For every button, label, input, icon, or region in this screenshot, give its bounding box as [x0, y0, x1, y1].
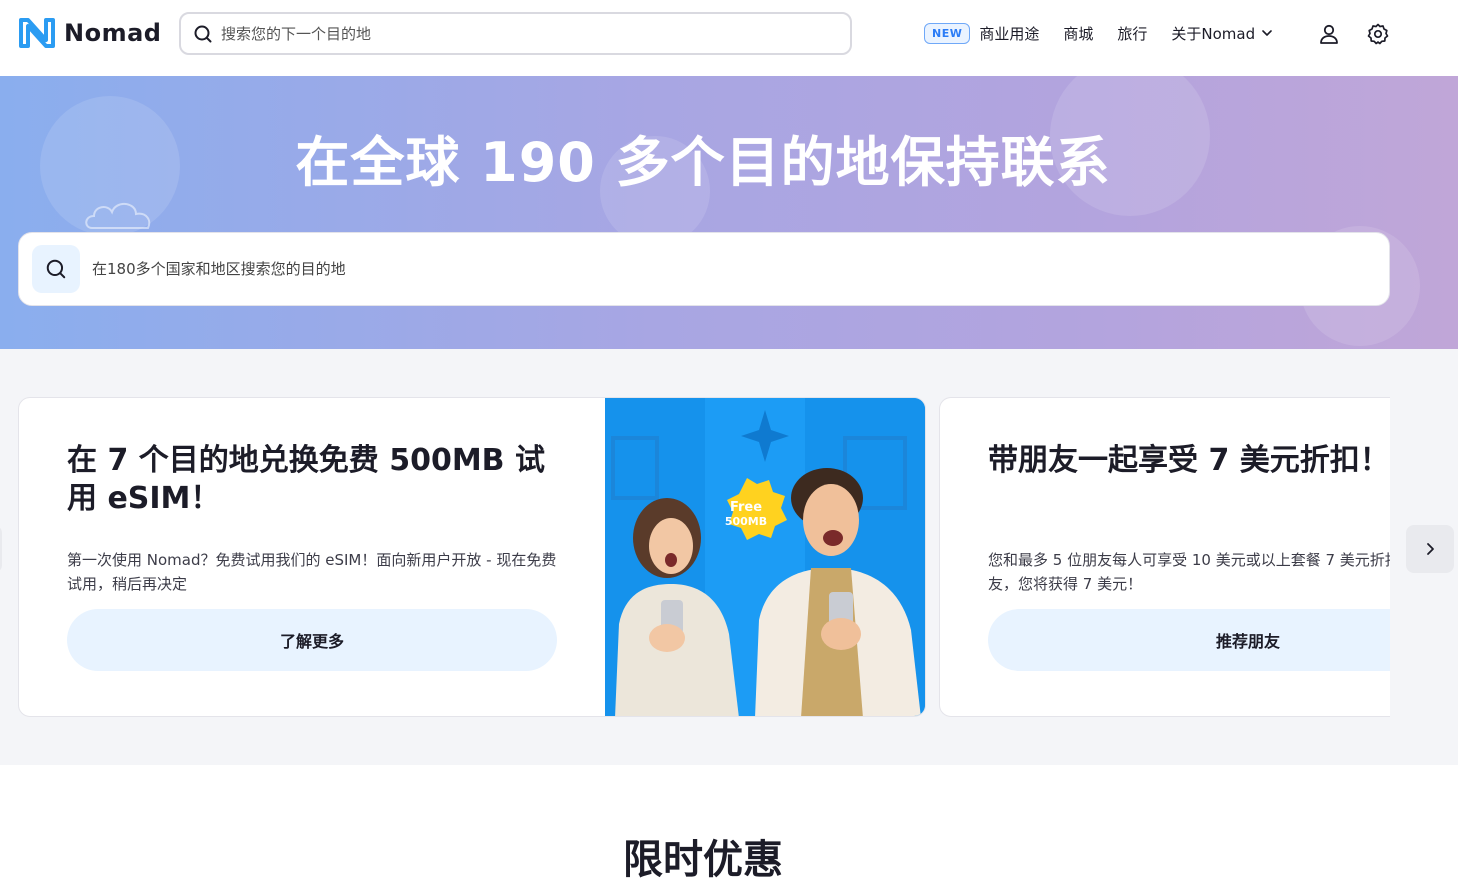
nav-business[interactable]: 商业用途	[979, 23, 1039, 44]
hero-search-input[interactable]	[92, 260, 1292, 278]
search-icon	[194, 25, 212, 42]
new-badge: NEW	[924, 22, 971, 44]
card-title: 在 7 个目的地兑换免费 500MB 试用 eSIM！	[67, 443, 545, 516]
search-icon	[46, 259, 66, 279]
header-search-input[interactable]	[221, 24, 821, 43]
card-description: 您和最多 5 位朋友每人可享受 10 美元或以上套餐 7 美元折扣。每成功推荐一…	[988, 551, 1390, 593]
promo-card-referral: 带朋友一起享受 7 美元折扣！ 您和最多 5 位朋友每人可享受 10 美元或以上…	[939, 397, 1390, 717]
limited-offers-section: 限时优惠	[0, 765, 1458, 891]
carousel-next-button[interactable]	[1406, 525, 1454, 573]
promo-carousel: 在 7 个目的地兑换免费 500MB 试用 eSIM！ 第一次使用 Nomad？…	[0, 349, 1458, 765]
chevron-right-icon	[1427, 543, 1434, 555]
logo[interactable]: Nomad	[18, 16, 161, 50]
user-icon[interactable]	[1317, 22, 1341, 46]
card-title: 带朋友一起享受 7 美元折扣！	[988, 443, 1390, 478]
refer-friend-button[interactable]: 推荐朋友	[988, 609, 1390, 671]
gear-icon[interactable]	[1366, 22, 1390, 46]
nav-travel[interactable]: 旅行	[1117, 23, 1147, 44]
section-title: 限时优惠	[623, 837, 783, 883]
site-header: Nomad NEW 商业用途 商城 旅行 关于Nomad	[0, 0, 1458, 76]
carousel-prev-button[interactable]	[0, 525, 2, 573]
promo-card-free-esim: 在 7 个目的地兑换免费 500MB 试用 eSIM！ 第一次使用 Nomad？…	[18, 397, 926, 717]
badge-free-text: Free	[730, 500, 762, 515]
chevron-down-icon	[1262, 30, 1272, 36]
nomad-logo-icon	[19, 18, 55, 48]
hero-search-bar[interactable]	[18, 232, 1390, 306]
nav-about-label: 关于Nomad	[1171, 24, 1256, 43]
cloud-icon	[85, 203, 151, 229]
hero-search-icon-box[interactable]	[32, 245, 80, 293]
promo-image: Free 500MB	[605, 398, 925, 716]
badge-size-text: 500MB	[725, 515, 767, 528]
nav-store[interactable]: 商城	[1063, 23, 1093, 44]
nav-about-dropdown[interactable]: 关于Nomad	[1171, 23, 1275, 44]
promo-illustration: Free 500MB	[605, 398, 925, 716]
hero-banner: 在全球 190 多个目的地保持联系	[0, 76, 1458, 349]
header-search-bar[interactable]	[179, 12, 852, 55]
hero-title: 在全球 190 多个目的地保持联系	[295, 131, 1111, 194]
main-nav: NEW 商业用途 商城 旅行 关于Nomad	[924, 18, 1315, 48]
card-description: 第一次使用 Nomad？免费试用我们的 eSIM！面向新用户开放 - 现在免费试…	[67, 551, 557, 593]
brand-name: Nomad	[64, 19, 162, 47]
learn-more-button[interactable]: 了解更多	[67, 609, 557, 671]
